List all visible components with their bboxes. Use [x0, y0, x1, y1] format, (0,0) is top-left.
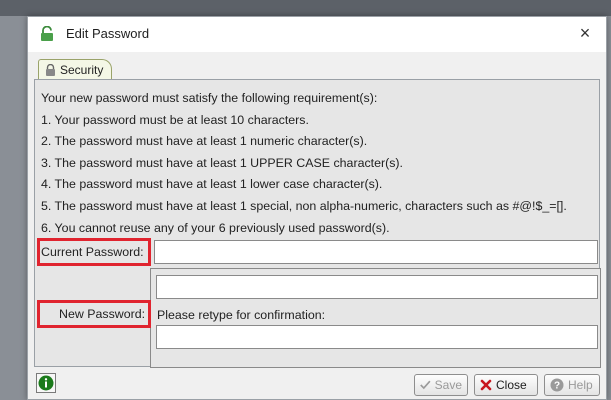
- svg-text:?: ?: [554, 381, 560, 392]
- info-button[interactable]: [36, 373, 56, 393]
- window-title: Edit Password: [66, 26, 150, 41]
- lock-icon: [41, 26, 53, 41]
- requirements-list: Your new password must satisfy the follo…: [41, 88, 567, 239]
- help-button-label: Help: [568, 378, 593, 392]
- requirement-item: 2. The password must have at least 1 num…: [41, 134, 368, 149]
- requirement-item: 5. The password must have at least 1 spe…: [41, 198, 567, 213]
- checkmark-icon: [420, 380, 431, 390]
- current-password-field[interactable]: [154, 240, 598, 264]
- save-button[interactable]: Save: [414, 374, 468, 396]
- requirement-item: 3. The password must have at least 1 UPP…: [41, 155, 404, 170]
- requirement-item: 4. The password must have at least 1 low…: [41, 177, 383, 192]
- tab-label: Security: [60, 63, 104, 77]
- requirement-item: 1. Your password must be at least 10 cha…: [41, 112, 309, 127]
- current-password-label: Current Password:: [41, 245, 144, 259]
- edit-password-dialog: Edit Password × Security Your new passwo…: [27, 16, 607, 400]
- requirement-item: 6. You cannot reuse any of your 6 previo…: [41, 220, 390, 235]
- save-button-label: Save: [434, 378, 462, 392]
- new-password-label: New Password:: [59, 307, 146, 321]
- help-button[interactable]: ? Help: [544, 374, 600, 396]
- desktop-backdrop: [0, 0, 611, 16]
- tab-security[interactable]: Security: [38, 59, 113, 80]
- new-password-field[interactable]: [156, 275, 598, 299]
- close-button-label: Close: [496, 378, 527, 392]
- close-window-button[interactable]: ×: [574, 22, 596, 44]
- close-button[interactable]: Close: [474, 374, 538, 396]
- requirements-intro: Your new password must satisfy the follo…: [41, 91, 378, 105]
- lock-icon: [46, 64, 55, 76]
- security-panel: Your new password must satisfy the follo…: [34, 79, 601, 368]
- retype-password-field[interactable]: [156, 325, 598, 349]
- help-icon: ?: [550, 378, 564, 392]
- info-icon: [38, 375, 54, 391]
- x-icon: [480, 379, 492, 391]
- title-bar: Edit Password ×: [28, 17, 606, 52]
- retype-label: Please retype for confirmation:: [157, 308, 326, 322]
